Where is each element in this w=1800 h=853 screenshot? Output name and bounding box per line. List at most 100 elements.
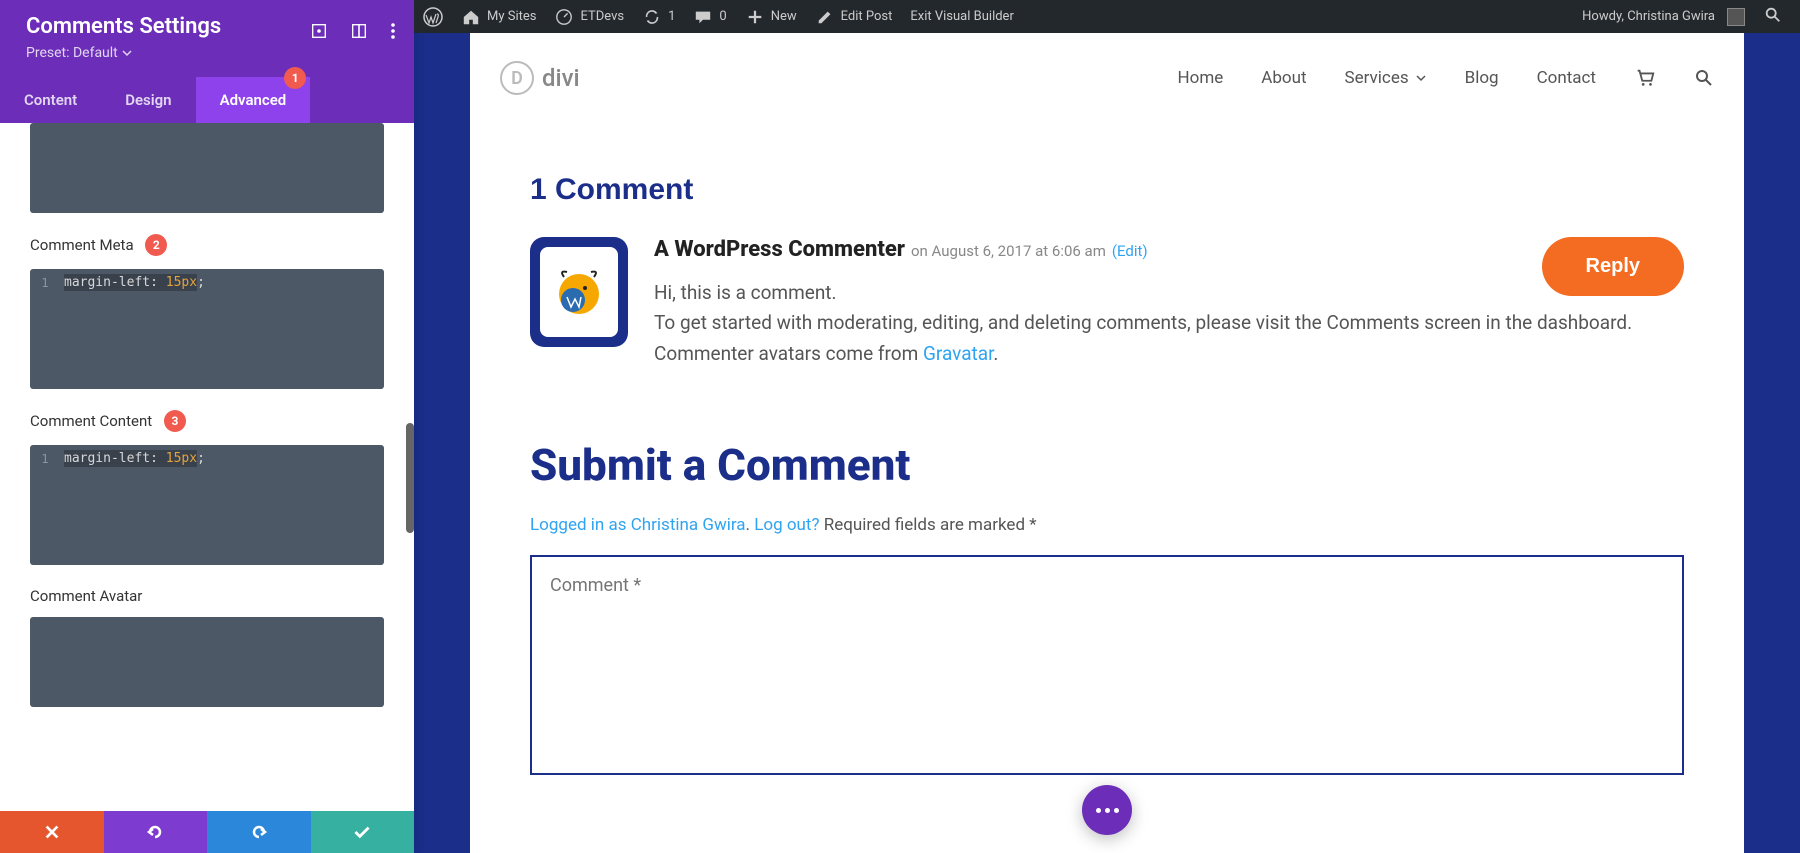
comment-author[interactable]: A WordPress Commenter bbox=[654, 237, 905, 262]
dot-icon bbox=[1096, 808, 1101, 813]
nav-cart[interactable] bbox=[1634, 67, 1656, 89]
login-line: Logged in as Christina Gwira. Log out? R… bbox=[530, 515, 1684, 535]
line-number: 1 bbox=[30, 451, 60, 466]
pencil-icon bbox=[815, 7, 835, 27]
field-comment-content: Comment Content 3 bbox=[30, 411, 384, 433]
wp-new[interactable]: New bbox=[736, 0, 806, 33]
wp-my-sites[interactable]: My Sites bbox=[452, 0, 545, 33]
wp-comments[interactable]: 0 bbox=[684, 0, 735, 33]
gravatar-link[interactable]: Gravatar bbox=[923, 342, 993, 365]
check-icon bbox=[351, 821, 373, 843]
wp-updates[interactable]: 1 bbox=[633, 0, 684, 33]
tab-content[interactable]: Content bbox=[0, 77, 101, 123]
wp-admin-bar: My Sites ETDevs 1 0 New Edit Post Exit V… bbox=[414, 0, 1800, 33]
line-number: 1 bbox=[30, 275, 60, 290]
nav-services-label: Services bbox=[1345, 68, 1409, 88]
comment-icon bbox=[693, 7, 713, 27]
undo-icon bbox=[145, 822, 165, 842]
save-button[interactable] bbox=[311, 811, 415, 853]
code-editor-meta[interactable]: 1 margin-left: 15px; bbox=[30, 269, 384, 389]
badge-3: 3 bbox=[164, 410, 186, 432]
css-prop: margin-left bbox=[64, 451, 150, 466]
nav-home[interactable]: Home bbox=[1178, 68, 1224, 88]
field-comment-avatar: Comment Avatar bbox=[30, 587, 384, 605]
preset-label: Preset: Default bbox=[26, 45, 118, 61]
close-icon bbox=[43, 823, 61, 841]
undo-button[interactable] bbox=[104, 811, 208, 853]
comment-item: Reply A WordPress Commenter on August 6,… bbox=[530, 237, 1684, 369]
more-icon[interactable] bbox=[390, 22, 396, 40]
comment-textarea[interactable] bbox=[530, 555, 1684, 775]
redo-icon bbox=[249, 822, 269, 842]
wp-logo[interactable] bbox=[414, 0, 452, 33]
updates-count: 1 bbox=[668, 9, 675, 24]
code-editor-prev[interactable] bbox=[30, 123, 384, 213]
comment-text: Hi, this is a comment. To get started wi… bbox=[654, 278, 1684, 369]
cart-icon bbox=[1634, 67, 1656, 89]
scrollbar[interactable] bbox=[406, 423, 414, 533]
fab-more[interactable] bbox=[1082, 785, 1132, 835]
comments-count: 0 bbox=[719, 9, 726, 24]
meta-label: Comment Meta bbox=[30, 236, 134, 254]
logo-text: divi bbox=[542, 64, 580, 92]
field-comment-meta: Comment Meta 2 bbox=[30, 235, 384, 257]
site-label: ETDevs bbox=[580, 9, 624, 24]
wordpress-icon bbox=[423, 7, 443, 27]
logged-in-link[interactable]: Logged in as Christina Gwira bbox=[530, 515, 746, 535]
page-area: D divi Home About Services Blog Contact … bbox=[470, 33, 1744, 853]
wp-exit-vb[interactable]: Exit Visual Builder bbox=[901, 0, 1022, 33]
howdy-label: Howdy, Christina Gwira bbox=[1582, 9, 1715, 24]
nav-search[interactable] bbox=[1694, 68, 1714, 88]
comment-line3b: . bbox=[993, 342, 998, 365]
dot-icon bbox=[1114, 808, 1119, 813]
plus-icon bbox=[745, 7, 765, 27]
css-val: 15px bbox=[166, 451, 197, 466]
redo-button[interactable] bbox=[207, 811, 311, 853]
settings-tabs: Content Design Advanced 1 bbox=[0, 77, 414, 123]
submit-heading: Submit a Comment bbox=[530, 439, 1684, 491]
nav-services[interactable]: Services bbox=[1345, 68, 1427, 88]
tab-advanced[interactable]: Advanced 1 bbox=[196, 77, 311, 123]
comments-heading: 1 Comment bbox=[530, 173, 1684, 207]
cancel-button[interactable] bbox=[0, 811, 104, 853]
expand-icon[interactable] bbox=[310, 22, 328, 40]
css-prop: margin-left bbox=[64, 275, 150, 290]
nav-contact[interactable]: Contact bbox=[1537, 68, 1596, 88]
comment-line3a: Commenter avatars come from bbox=[654, 342, 923, 365]
css-val: 15px bbox=[166, 275, 197, 290]
reply-button[interactable]: Reply bbox=[1542, 237, 1684, 296]
logout-link[interactable]: Log out? bbox=[754, 515, 819, 535]
logo-icon: D bbox=[500, 61, 534, 95]
nav-about[interactable]: About bbox=[1261, 68, 1306, 88]
my-sites-label: My Sites bbox=[487, 9, 536, 24]
preset-dropdown[interactable]: Preset: Default bbox=[26, 45, 388, 61]
page-content: 1 Comment bbox=[470, 123, 1744, 779]
site-logo[interactable]: D divi bbox=[500, 61, 580, 95]
search-icon bbox=[1764, 6, 1782, 24]
responsive-icon[interactable] bbox=[350, 22, 368, 40]
avatar-icon bbox=[1727, 8, 1745, 26]
sidebar-actions bbox=[0, 811, 414, 853]
tab-advanced-label: Advanced bbox=[220, 91, 287, 109]
comment-edit-link[interactable]: (Edit) bbox=[1112, 242, 1148, 260]
site-header: D divi Home About Services Blog Contact bbox=[470, 33, 1744, 123]
nav-blog[interactable]: Blog bbox=[1465, 68, 1499, 88]
settings-sidebar: Comments Settings Preset: Default Conten… bbox=[0, 0, 414, 853]
comment-body: Reply A WordPress Commenter on August 6,… bbox=[654, 237, 1684, 369]
page-canvas: D divi Home About Services Blog Contact … bbox=[414, 33, 1800, 853]
wp-edit-post[interactable]: Edit Post bbox=[806, 0, 902, 33]
tab-design[interactable]: Design bbox=[101, 77, 195, 123]
house-icon bbox=[461, 7, 481, 27]
dot-icon bbox=[1105, 808, 1110, 813]
code-editor-avatar[interactable] bbox=[30, 617, 384, 707]
search-icon bbox=[1694, 68, 1714, 88]
wp-account[interactable]: Howdy, Christina Gwira bbox=[1573, 0, 1754, 33]
dashboard-icon bbox=[554, 7, 574, 27]
wp-site-name[interactable]: ETDevs bbox=[545, 0, 633, 33]
wapuu-icon bbox=[549, 262, 609, 322]
new-label: New bbox=[771, 9, 797, 24]
code-editor-content[interactable]: 1 margin-left: 15px; bbox=[30, 445, 384, 565]
content-label: Comment Content bbox=[30, 412, 152, 430]
exit-vb-label: Exit Visual Builder bbox=[910, 9, 1013, 24]
wp-search[interactable] bbox=[1754, 6, 1792, 28]
